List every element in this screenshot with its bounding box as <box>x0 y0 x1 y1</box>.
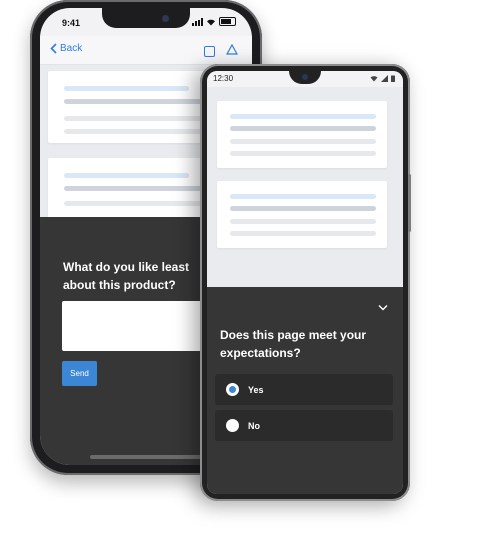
chevron-down-icon[interactable] <box>378 304 388 311</box>
iphone-notch <box>102 8 190 28</box>
camera-icon <box>162 15 169 22</box>
placeholder-line <box>64 86 189 91</box>
home-indicator <box>90 455 202 459</box>
placeholder-line <box>230 139 376 144</box>
placeholder-line <box>64 173 189 178</box>
camera-icon <box>302 74 308 80</box>
option-label: No <box>248 420 260 431</box>
status-icons <box>192 17 236 26</box>
android-screen: 12:30 Does this page meet your expectati… <box>207 71 403 494</box>
back-button[interactable]: Back <box>50 43 82 54</box>
placeholder-line <box>230 219 376 224</box>
placeholder-line <box>230 151 376 156</box>
android-notch <box>289 71 321 84</box>
placeholder-line <box>230 114 376 119</box>
android-device: 12:30 Does this page meet your expectati… <box>200 64 411 501</box>
wifi-icon <box>207 19 215 25</box>
feedback-question: What do you like least about this produc… <box>63 260 190 292</box>
triangle-icon[interactable] <box>226 44 238 55</box>
android-status-bar: 12:30 <box>207 71 403 87</box>
signal-icon <box>192 17 203 26</box>
status-time: 9:41 <box>62 18 81 28</box>
placeholder-line <box>230 206 376 211</box>
wifi-icon <box>370 76 378 82</box>
survey-option-yes[interactable]: Yes <box>215 374 393 405</box>
content-card <box>217 181 387 248</box>
placeholder-line <box>230 231 376 236</box>
battery-icon <box>391 75 395 82</box>
power-button <box>408 174 411 232</box>
status-time: 12:30 <box>213 74 234 83</box>
battery-icon <box>219 17 236 26</box>
radio-selected[interactable] <box>226 383 239 396</box>
survey-panel: Does this page meet your expectations? Y… <box>207 287 403 494</box>
placeholder-line <box>230 126 376 131</box>
chevron-left-icon <box>50 43 57 54</box>
back-label: Back <box>60 43 83 54</box>
navigation-bar: Back <box>40 36 252 65</box>
survey-option-no[interactable]: No <box>215 410 393 441</box>
placeholder-line <box>230 194 376 199</box>
content-card <box>217 101 387 168</box>
option-label: Yes <box>248 384 264 395</box>
page-content <box>207 87 403 287</box>
status-icons <box>370 75 395 82</box>
square-icon[interactable] <box>204 46 215 57</box>
radio-unselected[interactable] <box>226 419 239 432</box>
survey-question: Does this page meet your expectations? <box>220 328 367 360</box>
send-button[interactable]: Send <box>62 361 97 386</box>
signal-icon <box>381 75 388 82</box>
